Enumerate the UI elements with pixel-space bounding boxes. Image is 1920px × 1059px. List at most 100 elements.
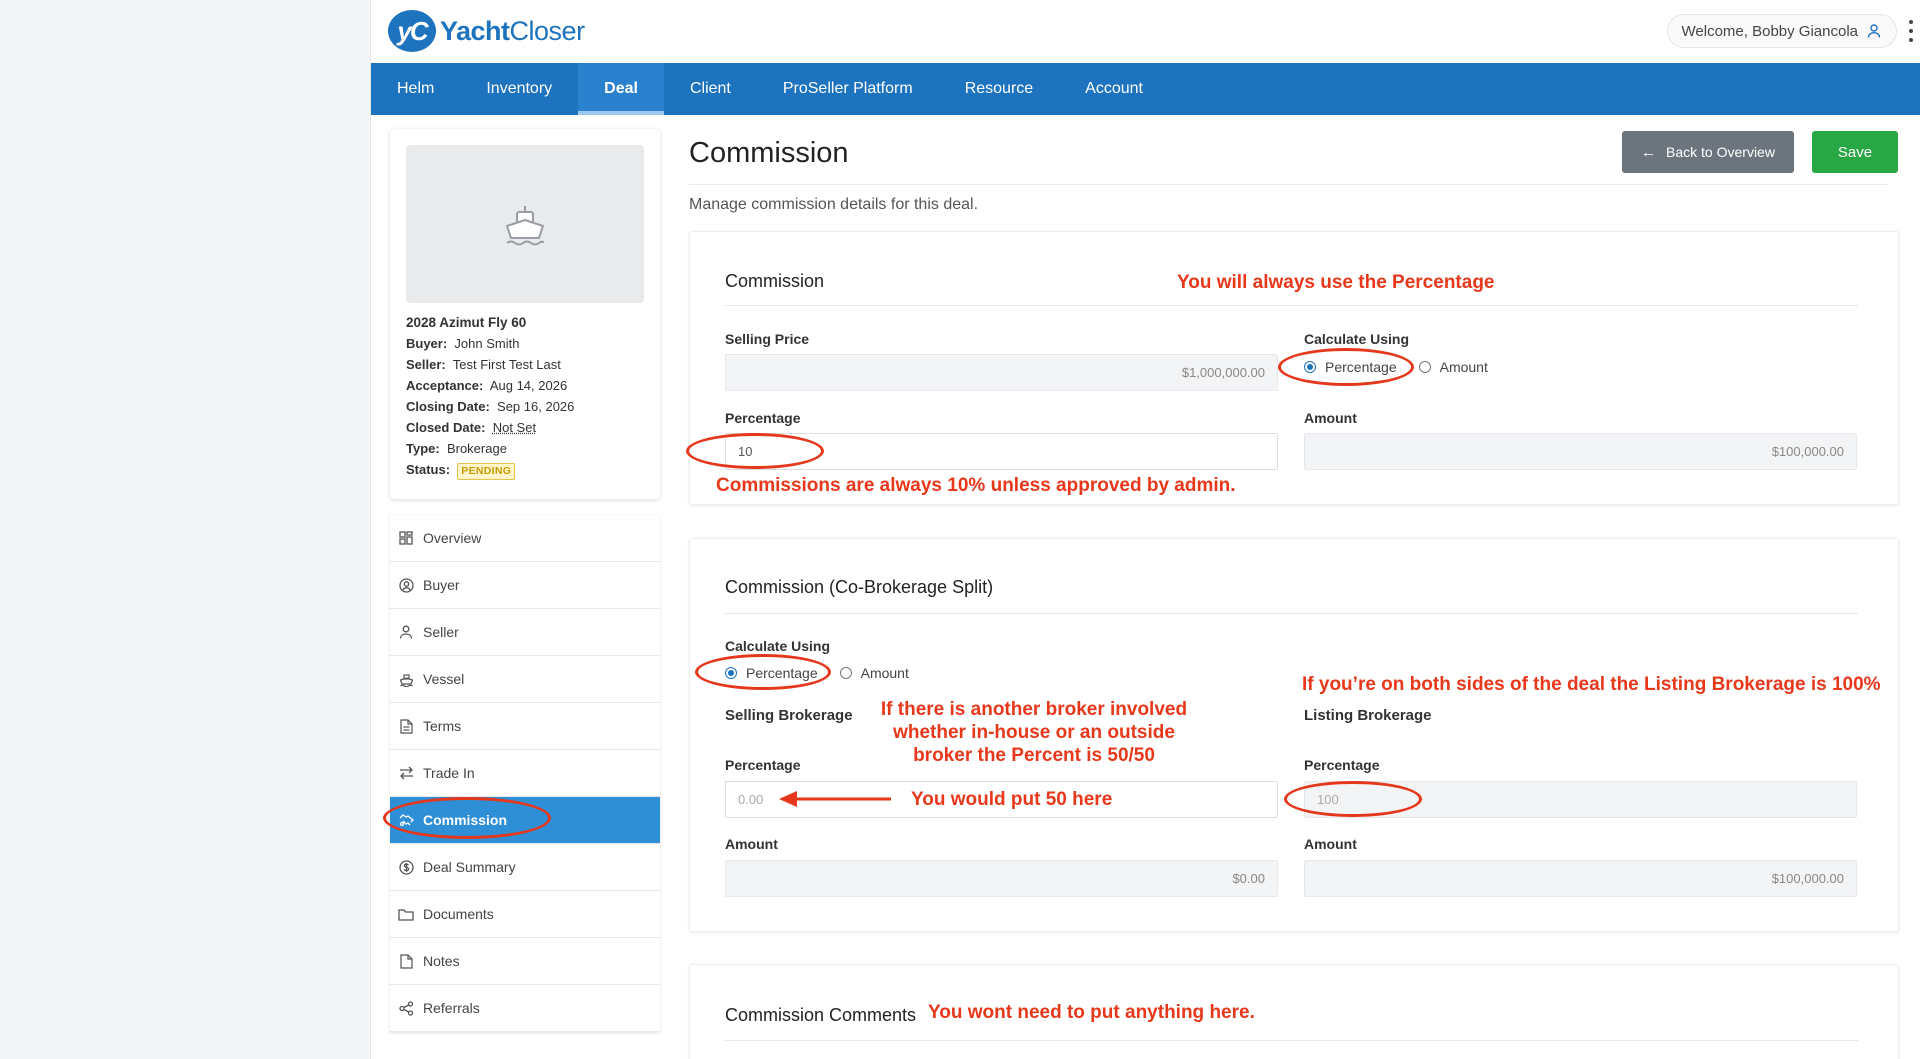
- sidebar-item-referrals[interactable]: Referrals: [390, 985, 660, 1032]
- vessel-acceptance-row: Acceptance: Aug 14, 2026: [406, 375, 646, 396]
- selling-percentage-label: Percentage: [725, 757, 800, 773]
- annotation-oval-sidebar-commission: [383, 797, 551, 839]
- annotation-oval-commission-input: [686, 433, 824, 469]
- listing-brokerage-heading: Listing Brokerage: [1304, 707, 1432, 724]
- amount-field[interactable]: $100,000.00: [1304, 433, 1857, 470]
- sidebar-item-notes[interactable]: Notes: [390, 938, 660, 985]
- divider: [725, 305, 1858, 306]
- sidebar-item-documents[interactable]: Documents: [390, 891, 660, 938]
- sidebar-item-label: Vessel: [423, 671, 464, 687]
- logo[interactable]: yC YachtCloser: [388, 8, 585, 54]
- vessel-closed-row: Closed Date: Not Set: [406, 417, 646, 438]
- sidebar-item-vessel[interactable]: Vessel: [390, 656, 660, 703]
- sidebar-item-label: Documents: [423, 906, 494, 922]
- annotation-ten-percent: Commissions are always 10% unless approv…: [716, 474, 1236, 497]
- selling-amount-field[interactable]: $0.00: [725, 860, 1278, 897]
- nav-deal[interactable]: Deal: [578, 63, 664, 115]
- vessel-buyer-row: Buyer: John Smith: [406, 333, 646, 354]
- comments-card-title: Commission Comments: [725, 1005, 916, 1026]
- left-gutter: [0, 0, 370, 1059]
- cobroke-calc-using-label: Calculate Using: [725, 638, 830, 654]
- divider: [725, 613, 1858, 614]
- calc-using-label: Calculate Using: [1304, 331, 1409, 347]
- nav-resource[interactable]: Resource: [939, 63, 1059, 115]
- selling-amount-label: Amount: [725, 836, 778, 852]
- commission-card-title: Commission: [725, 271, 824, 292]
- cobroke-amount-radio-label: Amount: [861, 665, 909, 681]
- selling-price-field[interactable]: $1,000,000.00: [725, 354, 1278, 391]
- nav-helm[interactable]: Helm: [371, 63, 460, 115]
- annotation-always-percentage: You will always use the Percentage: [1177, 271, 1495, 294]
- sidebar-item-seller[interactable]: Seller: [390, 609, 660, 656]
- sidebar-item-label: Overview: [423, 530, 481, 546]
- annotation-other-broker: If there is another broker involved whet…: [854, 698, 1214, 767]
- cobrokerage-card-title: Commission (Co-Brokerage Split): [725, 577, 993, 598]
- percentage-label: Percentage: [725, 410, 800, 426]
- save-button[interactable]: Save: [1812, 131, 1898, 173]
- annotation-arrow: [779, 788, 893, 810]
- sidebar-item-label: Deal Summary: [423, 859, 516, 875]
- closed-date-link[interactable]: Not Set: [493, 420, 536, 435]
- sidebar-item-buyer[interactable]: Buyer: [390, 562, 660, 609]
- amount-radio[interactable]: [1419, 361, 1431, 373]
- listing-amount-field[interactable]: $100,000.00: [1304, 860, 1857, 897]
- ship-icon: [398, 671, 414, 687]
- nav-account[interactable]: Account: [1059, 63, 1169, 115]
- vessel-name: 2028 Azimut Fly 60: [406, 312, 646, 333]
- ship-icon: [499, 198, 551, 250]
- dollar-circle-icon: [398, 859, 414, 875]
- listing-amount-label: Amount: [1304, 836, 1357, 852]
- sidebar-item-trade-in[interactable]: Trade In: [390, 750, 660, 797]
- sidebar-item-label: Notes: [423, 953, 460, 969]
- deal-sidebar-menu: Overview Buyer Seller Vessel Terms Trade…: [390, 515, 660, 1032]
- document-icon: [398, 718, 414, 734]
- vessel-type-row: Type: Brokerage: [406, 438, 646, 459]
- user-circle-icon: [398, 577, 414, 593]
- annotation-oval-listing-percentage: [1284, 781, 1422, 817]
- user-icon: [398, 624, 414, 640]
- welcome-user-button[interactable]: Welcome, Bobby Giancola: [1667, 14, 1897, 48]
- annotation-put-50: You would put 50 here: [911, 788, 1112, 811]
- vessel-info: 2028 Azimut Fly 60 Buyer: John Smith Sel…: [406, 312, 646, 480]
- listing-percentage-label: Percentage: [1304, 757, 1379, 773]
- annotation-oval-percentage: [1278, 348, 1414, 386]
- sidebar-item-label: Seller: [423, 624, 459, 640]
- vessel-closing-row: Closing Date: Sep 16, 2026: [406, 396, 646, 417]
- page-title: Commission: [689, 137, 849, 170]
- user-icon: [1866, 23, 1882, 39]
- nav-proseller-platform[interactable]: ProSeller Platform: [757, 63, 939, 115]
- sidebar-item-terms[interactable]: Terms: [390, 703, 660, 750]
- logo-text: YachtCloser: [440, 16, 585, 47]
- sidebar-item-overview[interactable]: Overview: [390, 515, 660, 562]
- selling-brokerage-heading: Selling Brokerage: [725, 707, 853, 724]
- grid-icon: [398, 530, 414, 546]
- nav-client[interactable]: Client: [664, 63, 757, 115]
- divider: [689, 184, 1889, 185]
- back-to-overview-button[interactable]: ← Back to Overview: [1622, 131, 1794, 173]
- comments-card: Commission Comments: [689, 964, 1899, 1059]
- sidebar-item-deal-summary[interactable]: Deal Summary: [390, 844, 660, 891]
- folder-icon: [398, 906, 414, 922]
- arrow-left-icon: ←: [1641, 144, 1656, 161]
- sidebar-item-label: Referrals: [423, 1000, 480, 1016]
- welcome-text: Welcome, Bobby Giancola: [1682, 23, 1858, 40]
- swap-icon: [398, 765, 414, 781]
- status-badge: PENDING: [457, 463, 515, 480]
- back-button-label: Back to Overview: [1666, 144, 1775, 160]
- vessel-card: 2028 Azimut Fly 60 Buyer: John Smith Sel…: [390, 129, 660, 499]
- page-subtitle: Manage commission details for this deal.: [689, 196, 978, 214]
- main-nav: Helm Inventory Deal Client ProSeller Pla…: [371, 63, 1920, 115]
- header: yC YachtCloser Welcome, Bobby Giancola: [371, 0, 1920, 63]
- more-options-icon[interactable]: [1907, 20, 1915, 42]
- annotation-both-sides: If you’re on both sides of the deal the …: [1302, 673, 1881, 696]
- vessel-seller-row: Seller: Test First Test Last: [406, 354, 646, 375]
- nav-inventory[interactable]: Inventory: [460, 63, 578, 115]
- vessel-image-placeholder: [406, 145, 644, 303]
- app-window: yC YachtCloser Welcome, Bobby Giancola H…: [370, 0, 1920, 1059]
- annotation-no-comments: You wont need to put anything here.: [928, 1001, 1255, 1024]
- cobroke-amount-radio[interactable]: [840, 667, 852, 679]
- selling-price-label: Selling Price: [725, 331, 809, 347]
- vessel-status-row: Status: PENDING: [406, 459, 646, 480]
- share-icon: [398, 1000, 414, 1016]
- note-icon: [398, 953, 414, 969]
